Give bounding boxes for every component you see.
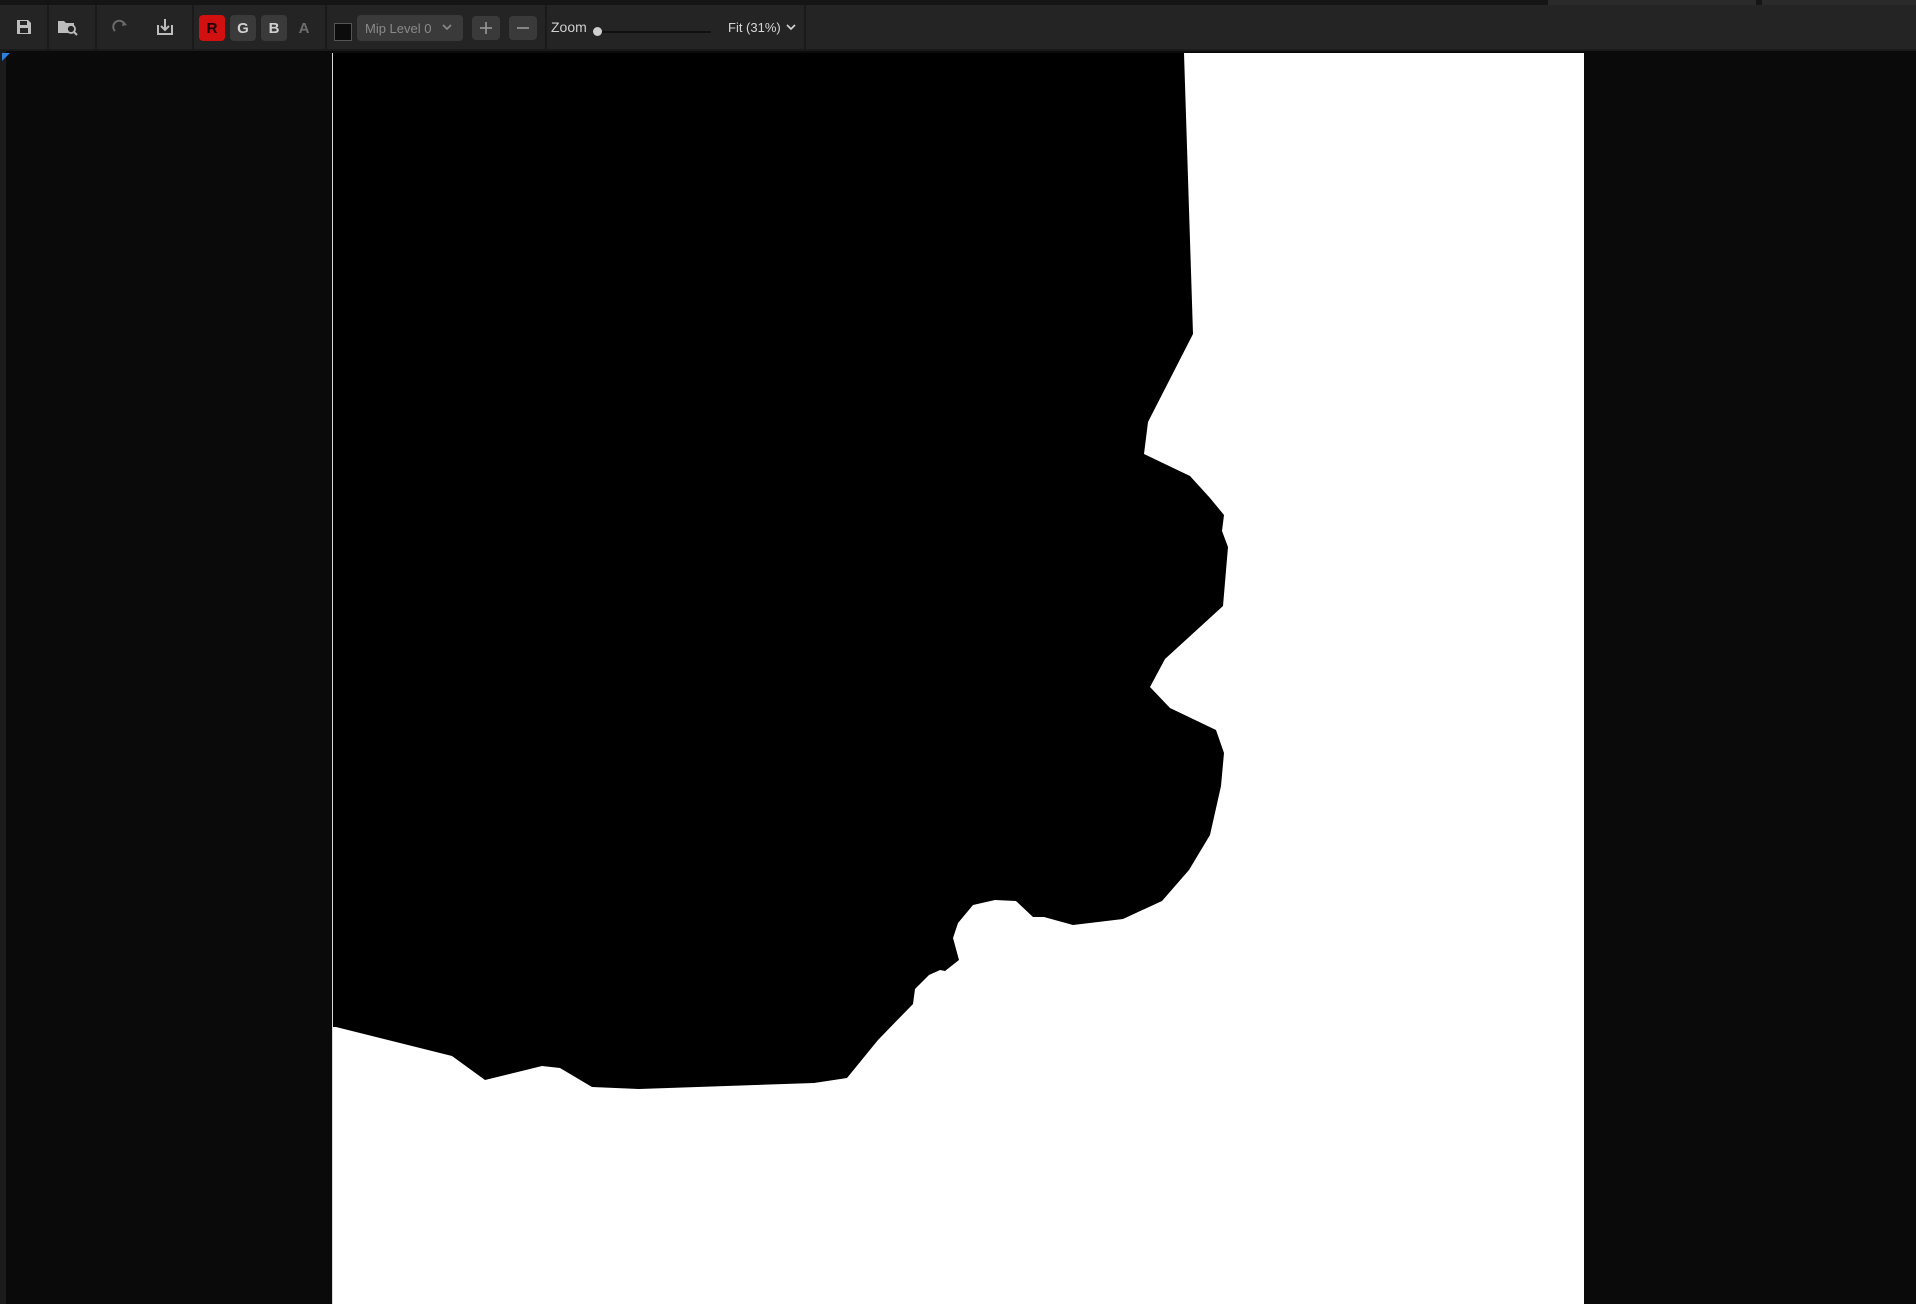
- zoom-fit-value: Fit (31%): [728, 19, 781, 35]
- mip-level-dropdown[interactable]: Mip Level 0: [357, 15, 463, 41]
- plus-icon: [480, 22, 492, 34]
- reimport-button[interactable]: [106, 5, 136, 49]
- zoom-in-button[interactable]: [472, 16, 500, 40]
- import-button[interactable]: [150, 5, 180, 49]
- mip-level-value: Mip Level 0: [365, 20, 432, 36]
- texture-editor-toolbar: R G B A Mip Level 0 Zoom Fit (31%): [0, 5, 1916, 51]
- save-icon: [17, 20, 31, 34]
- zoom-slider-handle[interactable]: [593, 27, 602, 36]
- zoom-label: Zoom: [551, 19, 587, 35]
- toolbar-separator: [192, 5, 194, 49]
- texture-preview: [332, 53, 1584, 1304]
- toolbar-separator: [325, 5, 327, 49]
- save-button[interactable]: [9, 5, 39, 49]
- toolbar-separator: [47, 5, 49, 49]
- viewport-corner-marker: [2, 53, 10, 61]
- chevron-down-icon: [786, 24, 796, 31]
- minus-icon: [517, 27, 529, 29]
- green-channel-toggle[interactable]: G: [230, 15, 256, 41]
- zoom-slider[interactable]: [597, 31, 711, 33]
- red-channel-toggle[interactable]: R: [199, 15, 225, 41]
- toolbar-separator: [804, 5, 806, 49]
- alpha-channel-toggle[interactable]: A: [291, 15, 317, 41]
- zoom-out-button[interactable]: [509, 16, 537, 40]
- browse-in-content-icon: [58, 21, 78, 36]
- blue-channel-toggle[interactable]: B: [261, 15, 287, 41]
- browse-button[interactable]: [53, 5, 83, 49]
- toolbar-separator: [545, 5, 547, 49]
- background-color-swatch[interactable]: [334, 23, 352, 41]
- reimport-icon: [112, 19, 127, 32]
- toolbar-separator: [95, 5, 97, 49]
- zoom-fit-dropdown[interactable]: Fit (31%): [728, 5, 797, 49]
- viewport-left-edge: [0, 51, 6, 1304]
- import-icon: [157, 19, 173, 35]
- chevron-down-icon: [442, 24, 452, 31]
